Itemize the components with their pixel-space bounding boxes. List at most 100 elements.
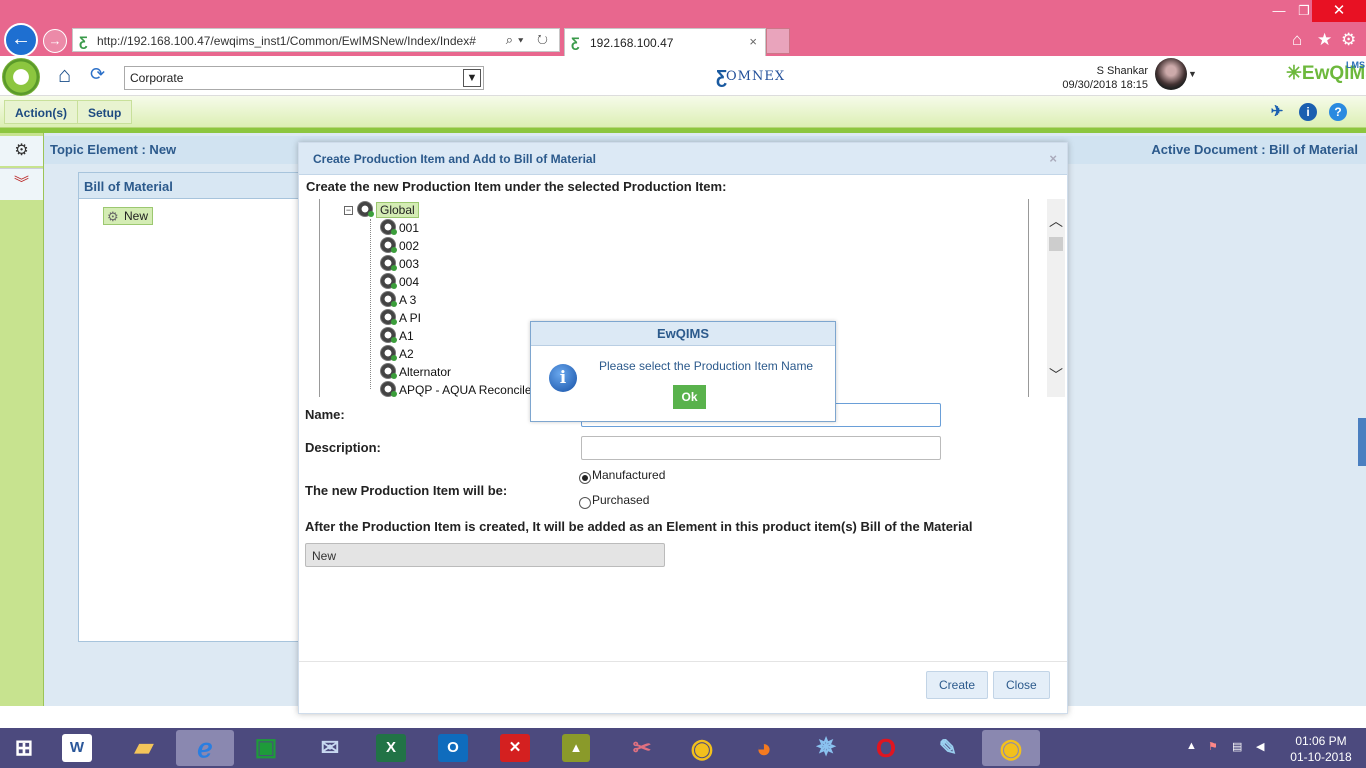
thunderbird-icon[interactable]: ✉ bbox=[310, 730, 350, 766]
scrollbar-thumb[interactable] bbox=[1049, 237, 1063, 251]
tree-item-label: A 3 bbox=[399, 293, 417, 307]
purchased-radio[interactable] bbox=[579, 497, 591, 509]
bill-of-material-panel: Bill of Material ⚙ New bbox=[78, 172, 300, 642]
paint-palette-icon[interactable]: ✎ bbox=[928, 730, 968, 766]
new-tab-button[interactable] bbox=[766, 28, 790, 54]
avatar[interactable] bbox=[1155, 58, 1187, 90]
store-icon[interactable]: ▣ bbox=[246, 730, 286, 766]
tree-item[interactable]: 001 bbox=[380, 219, 419, 237]
app-red-icon[interactable]: ✕ bbox=[500, 734, 530, 762]
tree-item-label: 001 bbox=[399, 221, 420, 235]
safari-icon[interactable]: ✵ bbox=[806, 730, 846, 766]
favorites-star-icon[interactable]: ★ bbox=[1317, 30, 1332, 50]
close-button[interactable]: Close bbox=[993, 671, 1050, 699]
create-production-item-dialog: Create Production Item and Add to Bill o… bbox=[298, 142, 1068, 714]
tree-item-label: APQP - AQUA Reconcile bbox=[399, 383, 532, 397]
excel-icon[interactable]: X bbox=[376, 734, 406, 762]
actions-menu-button[interactable]: Action(s) bbox=[4, 100, 78, 124]
help-icon[interactable]: ? bbox=[1329, 103, 1347, 121]
tree-item[interactable]: 002 bbox=[380, 237, 419, 255]
gear-icon bbox=[380, 255, 397, 271]
file-explorer-icon[interactable]: ▰ bbox=[124, 730, 164, 766]
home-browser-icon[interactable]: ⌂ bbox=[1292, 30, 1302, 50]
gear-icon bbox=[380, 345, 397, 361]
collapse-minus-icon[interactable]: − bbox=[344, 206, 353, 215]
tree-item[interactable]: 003 bbox=[380, 255, 419, 273]
gear-icon bbox=[357, 201, 374, 217]
alert-message: Please select the Production Item Name bbox=[599, 359, 814, 373]
close-icon[interactable]: × bbox=[1049, 151, 1057, 166]
display-icon[interactable]: ▤ bbox=[1232, 740, 1242, 753]
outlook-icon[interactable]: O bbox=[438, 734, 468, 762]
tree-item[interactable]: A PI bbox=[380, 309, 421, 327]
setup-menu-button[interactable]: Setup bbox=[77, 100, 133, 124]
dialog-title: Create Production Item and Add to Bill o… bbox=[313, 152, 596, 166]
scroll-down-icon[interactable]: ﹀ bbox=[1049, 365, 1063, 385]
manufactured-radio[interactable] bbox=[579, 472, 591, 484]
chrome-icon[interactable]: ◉ bbox=[682, 730, 722, 766]
scroll-up-icon[interactable]: ︿ bbox=[1049, 211, 1063, 231]
opera-icon[interactable]: O bbox=[866, 730, 906, 766]
gear-icon bbox=[380, 219, 397, 235]
alert-header: EwQIMS bbox=[531, 322, 835, 346]
home-icon[interactable]: ⌂ bbox=[58, 64, 82, 88]
bom-tree-node[interactable]: ⚙ New bbox=[103, 207, 154, 225]
organization-value: Corporate bbox=[130, 71, 184, 85]
site-favicon-icon: Ƹ bbox=[79, 33, 88, 49]
tree-item[interactable]: A2 bbox=[380, 345, 414, 363]
clock-date[interactable]: 01-10-2018 bbox=[1286, 750, 1356, 764]
window-close-button[interactable]: ✕ bbox=[1312, 0, 1366, 22]
address-url[interactable]: http://192.168.100.47/ewqims_inst1/Commo… bbox=[97, 34, 476, 48]
tab-favicon-icon: Ƹ bbox=[571, 34, 580, 50]
sidebar-collapse-icon[interactable]: ︾ bbox=[0, 168, 43, 200]
tree-item[interactable]: A1 bbox=[380, 327, 414, 345]
ok-button[interactable]: Ok bbox=[673, 385, 706, 409]
tree-connector bbox=[370, 219, 371, 389]
gear-icon bbox=[380, 363, 397, 379]
word-icon[interactable]: W bbox=[62, 734, 92, 762]
volume-icon[interactable]: ◀ bbox=[1256, 740, 1264, 753]
user-name: S Shankar bbox=[1096, 65, 1148, 77]
tree-root-label[interactable]: Global bbox=[376, 202, 419, 218]
tab-close-icon[interactable]: × bbox=[749, 34, 757, 49]
windows-start-icon[interactable]: ⊞ bbox=[4, 730, 44, 766]
gear-icon bbox=[380, 327, 397, 343]
dialog-footer-divider bbox=[299, 661, 1067, 662]
tree-item[interactable]: 004 bbox=[380, 273, 419, 291]
paint-app-icon[interactable]: ✂ bbox=[622, 730, 662, 766]
settings-gear-icon[interactable]: ⚙ bbox=[1341, 30, 1356, 50]
manufactured-label[interactable]: Manufactured bbox=[592, 468, 665, 482]
tree-item[interactable]: APQP - AQUA Reconcile bbox=[380, 381, 532, 397]
sidebar-gear-icon[interactable]: ⚙ bbox=[0, 136, 43, 166]
firefox-icon[interactable]: ◕ bbox=[744, 730, 784, 766]
description-field[interactable] bbox=[581, 436, 941, 460]
purchased-label[interactable]: Purchased bbox=[592, 493, 649, 507]
organization-select[interactable]: Corporate ▼ bbox=[124, 66, 484, 90]
info-icon[interactable]: i bbox=[1299, 103, 1317, 121]
clock-time[interactable]: 01:06 PM bbox=[1286, 734, 1356, 748]
tray-expand-icon[interactable]: ▲ bbox=[1186, 740, 1197, 752]
tree-item[interactable]: Alternator bbox=[380, 363, 451, 381]
network-icon[interactable]: ⚑ bbox=[1208, 740, 1218, 753]
refresh-icon[interactable]: ⟳ bbox=[90, 64, 110, 84]
page-scrollbar[interactable] bbox=[1358, 418, 1366, 466]
back-button[interactable]: ← bbox=[4, 23, 38, 57]
search-refresh-icon[interactable]: ⌕▾ ↻ bbox=[506, 32, 553, 48]
pin-icon[interactable]: ✈ bbox=[1268, 103, 1286, 121]
tree-item-label: 003 bbox=[399, 257, 420, 271]
tree-root-node[interactable]: − Global bbox=[344, 201, 419, 219]
forward-button[interactable]: → bbox=[43, 29, 67, 53]
create-button[interactable]: Create bbox=[926, 671, 989, 699]
browser-tab[interactable]: Ƹ 192.168.100.47 × bbox=[564, 28, 766, 56]
chart-app-icon[interactable]: ▲ bbox=[562, 734, 590, 762]
gear-icon bbox=[380, 237, 397, 253]
tree-item[interactable]: A 3 bbox=[380, 291, 416, 309]
omnex-logo: Ƹ OMNEX bbox=[716, 66, 786, 90]
chrome-active-icon[interactable]: ◉ bbox=[982, 730, 1040, 766]
left-sidebar bbox=[0, 133, 44, 706]
caret-down-icon[interactable]: ▼ bbox=[1188, 69, 1197, 79]
internet-explorer-icon[interactable]: ℯ bbox=[176, 730, 234, 766]
chevron-down-icon[interactable]: ▼ bbox=[463, 69, 481, 87]
tree-item-label: 002 bbox=[399, 239, 420, 253]
address-bar[interactable]: Ƹ http://192.168.100.47/ewqims_inst1/Com… bbox=[72, 28, 560, 52]
